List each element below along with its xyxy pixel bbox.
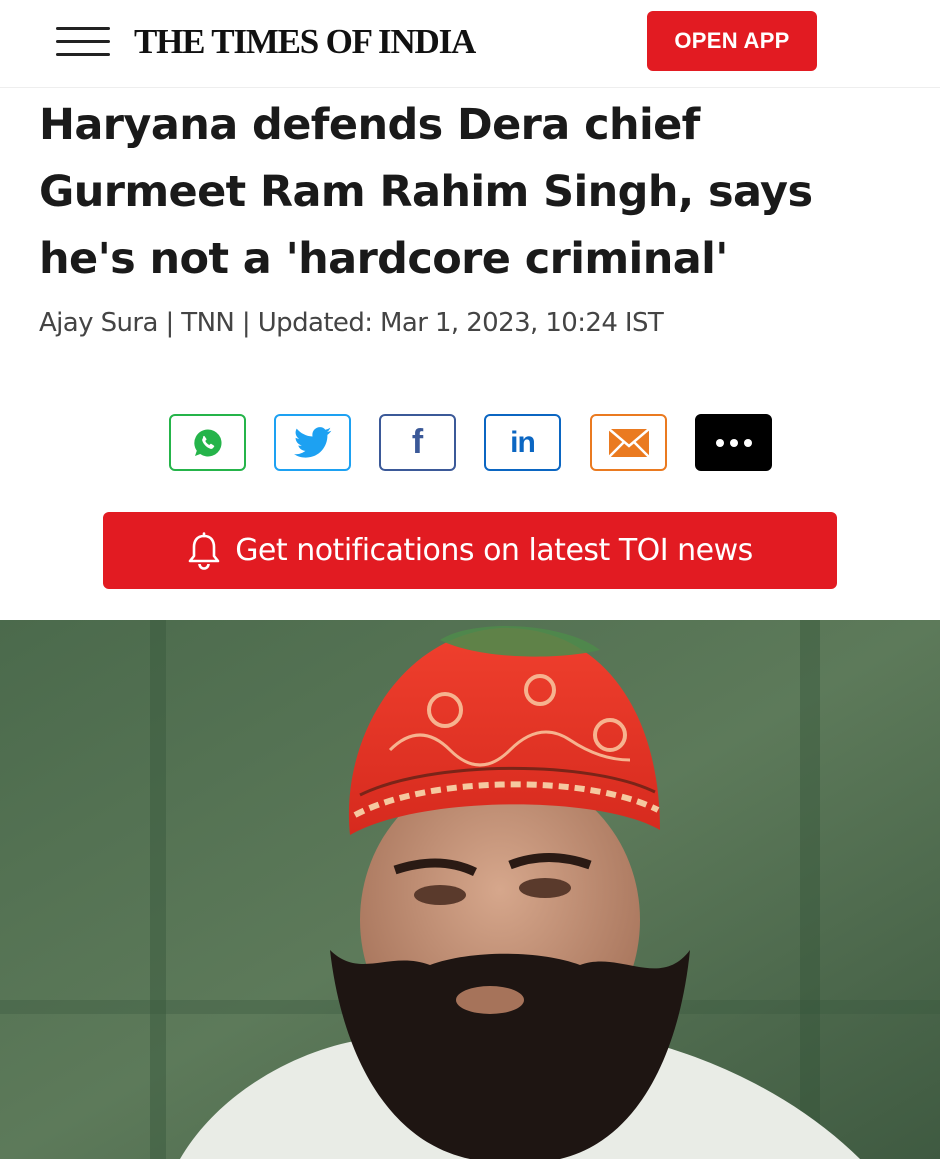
article-byline: Ajay Sura | TNN | Updated: Mar 1, 2023, … xyxy=(39,308,664,338)
share-whatsapp-button[interactable] xyxy=(169,414,246,471)
site-logo[interactable]: THE TIMES OF INDIA xyxy=(134,22,476,62)
notifications-label: Get notifications on latest TOI news xyxy=(235,533,753,568)
facebook-icon: f xyxy=(411,423,424,461)
twitter-icon xyxy=(293,426,331,458)
share-facebook-button[interactable]: f xyxy=(379,414,456,471)
more-dots-icon xyxy=(715,438,752,447)
whatsapp-icon xyxy=(193,428,222,456)
mail-icon xyxy=(607,427,650,458)
linkedin-icon: in xyxy=(510,425,536,459)
notifications-banner-button[interactable]: Get notifications on latest TOI news xyxy=(103,512,837,589)
bell-icon xyxy=(188,531,220,570)
share-more-button[interactable] xyxy=(695,414,772,471)
top-bar: THE TIMES OF INDIA OPEN APP xyxy=(0,0,940,88)
article-headline: Haryana defends Dera chief Gurmeet Ram R… xyxy=(39,100,813,284)
share-linkedin-button[interactable]: in xyxy=(484,414,561,471)
share-twitter-button[interactable] xyxy=(274,414,351,471)
menu-icon[interactable] xyxy=(56,24,112,60)
share-email-button[interactable] xyxy=(590,414,667,471)
open-app-button[interactable]: OPEN APP xyxy=(647,11,817,71)
article-photo xyxy=(0,620,940,1159)
